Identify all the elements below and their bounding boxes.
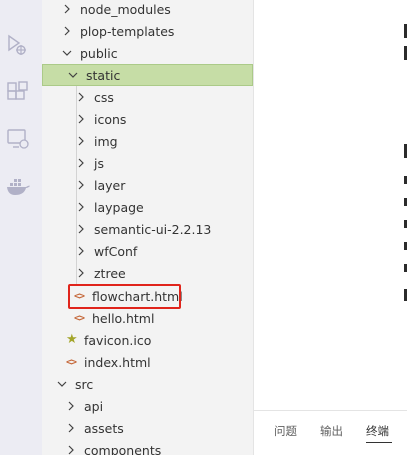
chevron-down-icon (68, 70, 78, 80)
html-file-icon: <> (66, 356, 77, 368)
tree-item-src[interactable]: src (42, 373, 253, 395)
tree-item-label: assets (84, 420, 124, 436)
chevron-down-icon (62, 48, 72, 58)
tree-item-label: index.html (84, 354, 151, 370)
tree-item-label: icons (94, 111, 127, 127)
tab-problems[interactable]: 问题 (274, 423, 297, 439)
tree-item-laypage[interactable]: laypage (42, 196, 253, 218)
tree-item-label: ztree (94, 265, 126, 281)
chevron-right-icon (62, 4, 72, 14)
tree-item-label: components (84, 442, 162, 455)
docker-icon[interactable] (5, 175, 31, 201)
chevron-right-icon (76, 114, 86, 124)
tree-item-icons[interactable]: icons (42, 108, 253, 130)
tree-item-label: img (94, 133, 118, 149)
tree-item-label: semantic-ui-2.2.13 (94, 221, 212, 237)
activity-bar (0, 0, 42, 455)
chevron-right-icon (76, 158, 86, 168)
tree-item-plop-templates[interactable]: plop-templates (42, 20, 253, 42)
vscode-window: node_modules plop-templates public stati… (0, 0, 407, 455)
tree-item-node-modules[interactable]: node_modules (42, 0, 253, 20)
tab-terminal[interactable]: 终端 (366, 423, 389, 439)
editor-area (253, 0, 407, 410)
tree-item-label: hello.html (92, 310, 155, 326)
annotation-highlight-box (68, 284, 181, 309)
tree-item-api[interactable]: api (42, 395, 253, 417)
explorer-tree: node_modules plop-templates public stati… (42, 0, 253, 455)
chevron-right-icon (76, 136, 86, 146)
chevron-right-icon (76, 246, 86, 256)
tree-item-label: plop-templates (80, 23, 175, 39)
chevron-right-icon (66, 423, 76, 433)
tree-item-semantic-ui[interactable]: semantic-ui-2.2.13 (42, 218, 253, 240)
tree-item-label: static (86, 67, 121, 83)
run-debug-icon[interactable] (5, 32, 31, 58)
tree-item-label: laypage (94, 199, 144, 215)
tree-item-wfconf[interactable]: wfConf (42, 240, 253, 262)
tree-item-components[interactable]: components (42, 439, 253, 455)
bottom-panel: 问题 输出 终端 (253, 410, 407, 455)
tree-item-index-html[interactable]: <> index.html (42, 351, 253, 373)
tree-item-label: js (94, 155, 104, 171)
tree-item-label: favicon.ico (84, 332, 152, 348)
tree-item-img[interactable]: img (42, 130, 253, 152)
chevron-right-icon (76, 180, 86, 190)
tree-item-hello-html[interactable]: <> hello.html (42, 307, 253, 329)
tree-item-label: public (80, 45, 118, 61)
tree-item-label: css (94, 89, 114, 105)
tree-item-label: wfConf (94, 243, 138, 259)
tree-item-ztree[interactable]: ztree (42, 262, 253, 284)
star-file-icon: ★ (66, 332, 78, 347)
tab-output[interactable]: 输出 (320, 423, 343, 439)
remote-explorer-icon[interactable] (5, 127, 31, 153)
tree-item-js[interactable]: js (42, 152, 253, 174)
tree-item-label: layer (94, 177, 126, 193)
tree-item-favicon-ico[interactable]: ★ favicon.ico (42, 329, 253, 351)
tree-item-label: src (75, 376, 94, 392)
chevron-right-icon (76, 224, 86, 234)
chevron-right-icon (76, 202, 86, 212)
tree-item-static[interactable]: static (42, 64, 253, 86)
extensions-icon[interactable] (5, 80, 31, 106)
active-tab-indicator (366, 442, 392, 443)
chevron-right-icon (62, 26, 72, 36)
chevron-right-icon (76, 92, 86, 102)
chevron-down-icon (57, 379, 67, 389)
chevron-right-icon (66, 401, 76, 411)
tree-item-public[interactable]: public (42, 42, 253, 64)
tree-item-assets[interactable]: assets (42, 417, 253, 439)
html-file-icon: <> (74, 312, 85, 324)
tree-item-css[interactable]: css (42, 86, 253, 108)
tree-item-layer[interactable]: layer (42, 174, 253, 196)
chevron-right-icon (66, 445, 76, 455)
chevron-right-icon (76, 268, 86, 278)
tree-item-label: api (84, 398, 104, 414)
tree-item-label: node_modules (80, 1, 171, 17)
